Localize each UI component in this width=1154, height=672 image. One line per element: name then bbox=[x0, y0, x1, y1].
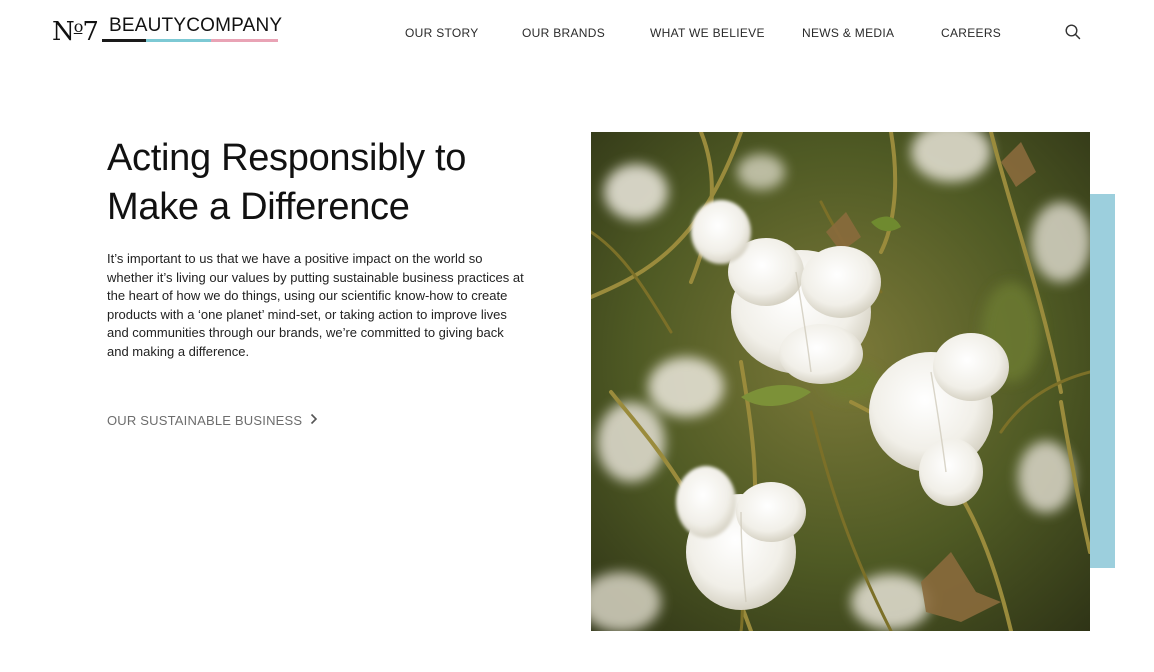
nav-careers[interactable]: CAREERS bbox=[941, 24, 1001, 42]
sustainable-business-link[interactable]: OUR SUSTAINABLE BUSINESS bbox=[107, 412, 318, 430]
nav-what-we-believe[interactable]: WHAT WE BELIEVE bbox=[650, 24, 765, 42]
cotton-photo bbox=[591, 132, 1090, 631]
chevron-right-icon bbox=[310, 412, 318, 430]
cta-label: OUR SUSTAINABLE BUSINESS bbox=[107, 413, 303, 428]
nav-our-story[interactable]: OUR STORY bbox=[405, 24, 479, 42]
main-nav: OUR STORY OUR BRANDS WHAT WE BELIEVE NEW… bbox=[0, 24, 1154, 44]
search-icon[interactable] bbox=[1064, 23, 1082, 41]
nav-news-media[interactable]: NEWS & MEDIA bbox=[802, 24, 894, 42]
page-title: Acting Responsibly to Make a Difference bbox=[107, 137, 467, 228]
intro-paragraph: It’s important to us that we have a posi… bbox=[107, 251, 524, 359]
nav-our-brands[interactable]: OUR BRANDS bbox=[522, 24, 605, 42]
